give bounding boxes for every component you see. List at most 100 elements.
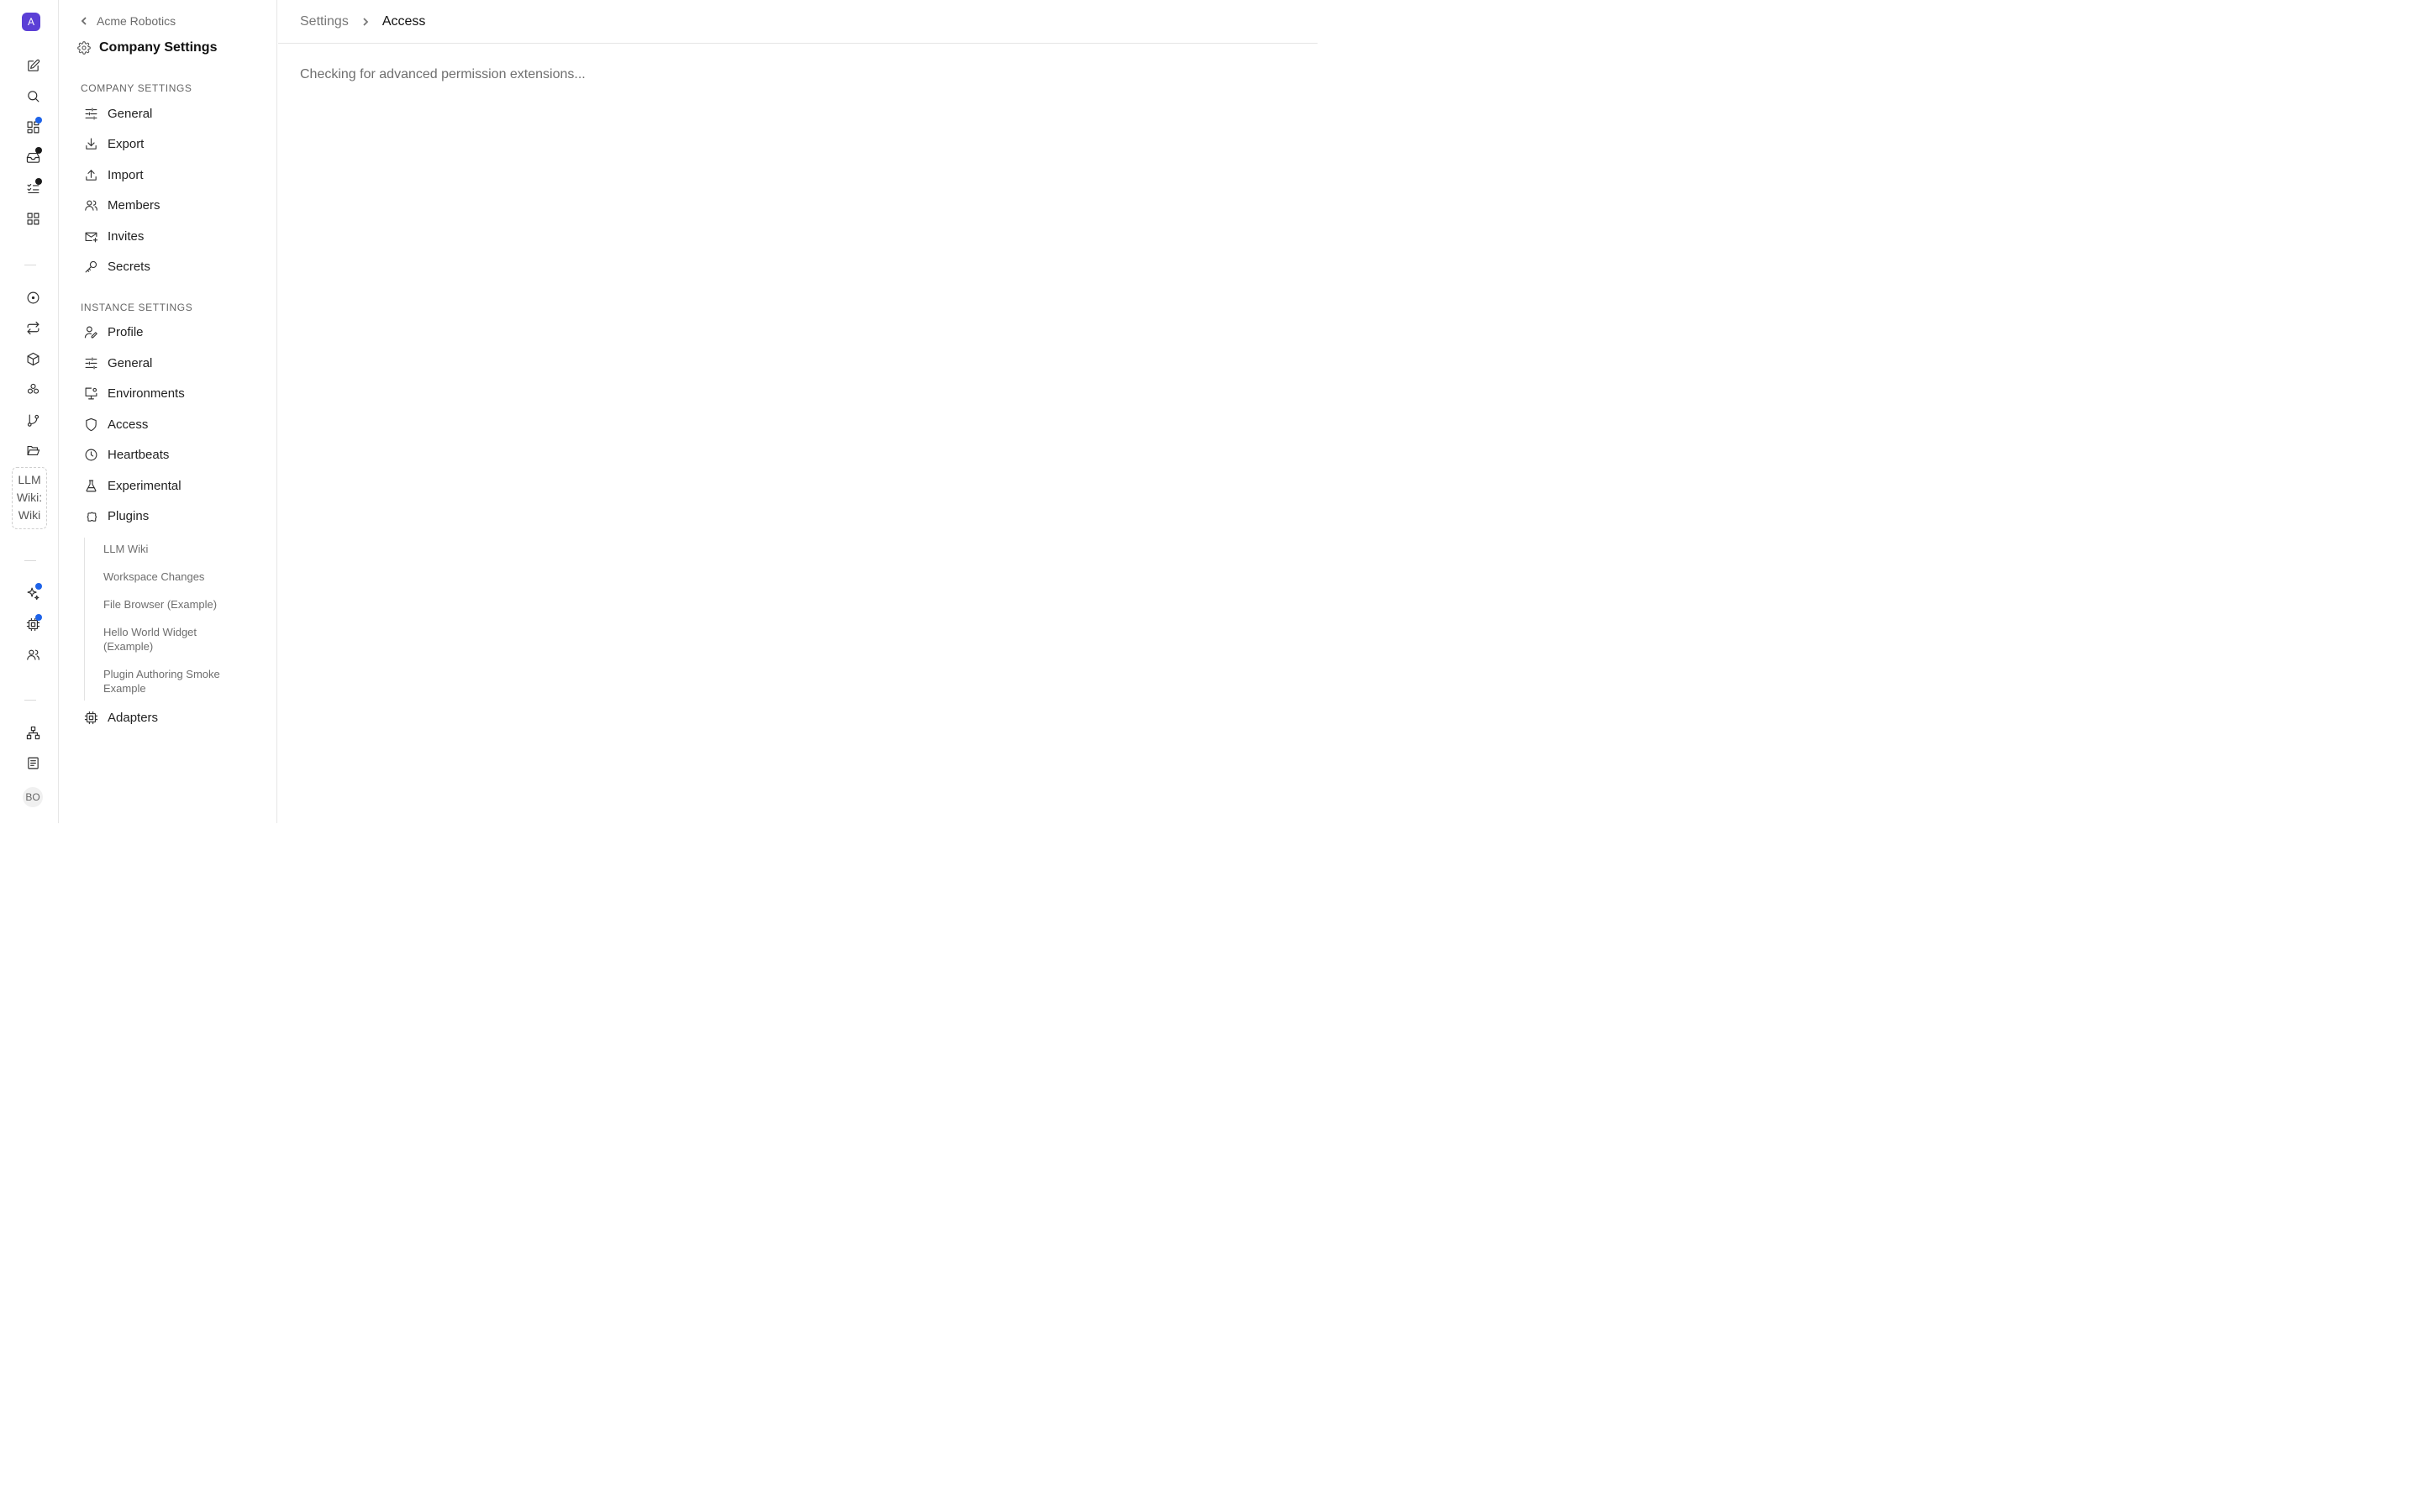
back-to-company-link[interactable]: Acme Robotics (79, 14, 176, 28)
branches-button[interactable] (20, 407, 45, 433)
plugin-subitem-authoring-smoke[interactable]: Plugin Authoring Smoke Example (103, 667, 242, 696)
settings-sidebar: Acme Robotics Company Settings COMPANY S… (59, 0, 277, 823)
plugin-subitem-hello-world[interactable]: Hello World Widget (Example) (103, 625, 229, 654)
edit-icon (27, 59, 39, 71)
sidebar-title-label: Company Settings (99, 40, 218, 55)
sidebar-item-adapters[interactable]: Adapters (81, 705, 266, 730)
inbox-button[interactable] (20, 144, 45, 170)
git-branch-icon (27, 414, 39, 427)
back-link-label: Acme Robotics (97, 14, 176, 28)
clock-icon (85, 449, 97, 460)
puzzle-icon (87, 512, 97, 522)
notification-dot (35, 614, 42, 621)
apps-button[interactable] (20, 206, 45, 231)
sidebar-item-label: Adapters (108, 710, 159, 725)
breadcrumb-current: Access (381, 14, 426, 29)
new-issue-button[interactable] (20, 53, 45, 78)
sidebar-title: Company Settings (77, 40, 217, 55)
grid-icon (27, 213, 39, 224)
sidebar-item-access[interactable]: Access (81, 412, 266, 437)
sidebar-item-environments[interactable]: Environments (81, 381, 266, 406)
sidebar-item-label: Export (108, 136, 145, 151)
rail-divider (24, 560, 36, 561)
repeat-icon (27, 321, 39, 334)
issues-button[interactable] (20, 285, 45, 310)
users-icon (26, 649, 39, 660)
search-icon (27, 90, 39, 102)
app-root: A LLM Wiki: Wiki BO Acme Robotics Compan… (0, 0, 1318, 823)
sidebar-item-experimental[interactable]: Experimental (81, 473, 266, 498)
sync-button[interactable] (20, 315, 45, 340)
circle-dot-icon (27, 291, 39, 303)
sidebar-item-plugins[interactable]: Plugins (81, 503, 266, 528)
sidebar-item-secrets[interactable]: Secrets (81, 254, 266, 279)
sidebar-item-export[interactable]: Export (81, 131, 266, 156)
sidebar-item-label: Profile (108, 324, 144, 339)
sliders-icon (85, 108, 97, 119)
rail-divider (24, 700, 36, 701)
gear-icon (77, 41, 91, 55)
sidebar-item-label: General (108, 355, 153, 370)
notification-dot (35, 583, 42, 590)
sidebar-item-label: Invites (108, 228, 145, 244)
company-logo[interactable]: A (22, 13, 40, 31)
agents-button[interactable] (20, 612, 45, 637)
company-settings-heading: COMPANY SETTINGS (81, 82, 192, 94)
components-button[interactable] (20, 376, 45, 402)
sidebar-item-label: Secrets (108, 259, 150, 274)
notification-dot (35, 147, 42, 154)
sidebar-item-import[interactable]: Import (81, 162, 266, 187)
sidebar-item-label: General (108, 106, 153, 121)
breadcrumb-settings-link[interactable]: Settings (300, 14, 349, 29)
top-bar: Settings Access (278, 0, 1318, 44)
shield-icon (86, 417, 97, 431)
sidebar-item-label: Members (108, 197, 160, 213)
download-icon (86, 138, 97, 150)
sidebar-item-members[interactable]: Members (81, 192, 266, 218)
notification-dot (35, 117, 42, 123)
sidebar-item-heartbeats[interactable]: Heartbeats (81, 442, 266, 467)
monitor-cog-icon (85, 387, 97, 399)
sidebar-item-label: Import (108, 167, 144, 182)
network-icon (26, 726, 39, 739)
tasks-button[interactable] (20, 176, 45, 201)
key-icon (85, 260, 97, 272)
sidebar-item-label: Heartbeats (108, 447, 170, 462)
user-avatar[interactable]: BO (23, 787, 43, 807)
mail-plus-icon (85, 232, 98, 242)
org-chart-button[interactable] (20, 720, 45, 745)
docs-button[interactable] (20, 750, 45, 775)
search-button[interactable] (20, 83, 45, 108)
chevron-right-icon (363, 18, 369, 26)
sidebar-item-instance-general[interactable]: General (81, 350, 266, 375)
main-content: Settings Access Checking for advanced pe… (278, 0, 1318, 823)
folder-open-icon (27, 445, 39, 455)
chevron-left-icon (81, 17, 87, 25)
sidebar-item-label: Environments (108, 386, 185, 401)
cpu-icon (84, 711, 98, 724)
file-text-icon (27, 757, 39, 769)
plugin-subitem-llm-wiki[interactable]: LLM Wiki (103, 542, 255, 556)
package-icon (27, 352, 39, 365)
packages-button[interactable] (20, 346, 45, 371)
sidebar-item-invites[interactable]: Invites (81, 223, 266, 249)
dashboard-button[interactable] (20, 114, 45, 139)
llm-wiki-shortcut[interactable]: LLM Wiki: Wiki (12, 467, 47, 529)
sidebar-item-profile[interactable]: Profile (81, 319, 266, 344)
files-button[interactable] (20, 438, 45, 463)
sidebar-item-label: Experimental (108, 478, 182, 493)
plugin-subitem-file-browser[interactable]: File Browser (Example) (103, 597, 255, 612)
team-button[interactable] (20, 642, 45, 667)
instance-settings-heading: INSTANCE SETTINGS (81, 302, 193, 313)
plugin-subitem-workspace-changes[interactable]: Workspace Changes (103, 570, 255, 584)
ai-button[interactable] (20, 580, 45, 606)
notification-dot (35, 178, 42, 185)
loading-status-text: Checking for advanced permission extensi… (300, 67, 586, 81)
icon-rail: A LLM Wiki: Wiki BO (0, 0, 59, 823)
sidebar-item-label: Plugins (108, 508, 150, 523)
sidebar-item-general[interactable]: General (81, 101, 266, 126)
user-pen-icon (84, 326, 97, 338)
boxes-icon (27, 383, 39, 394)
sidebar-item-label: Access (108, 417, 149, 432)
users-icon (85, 200, 97, 211)
